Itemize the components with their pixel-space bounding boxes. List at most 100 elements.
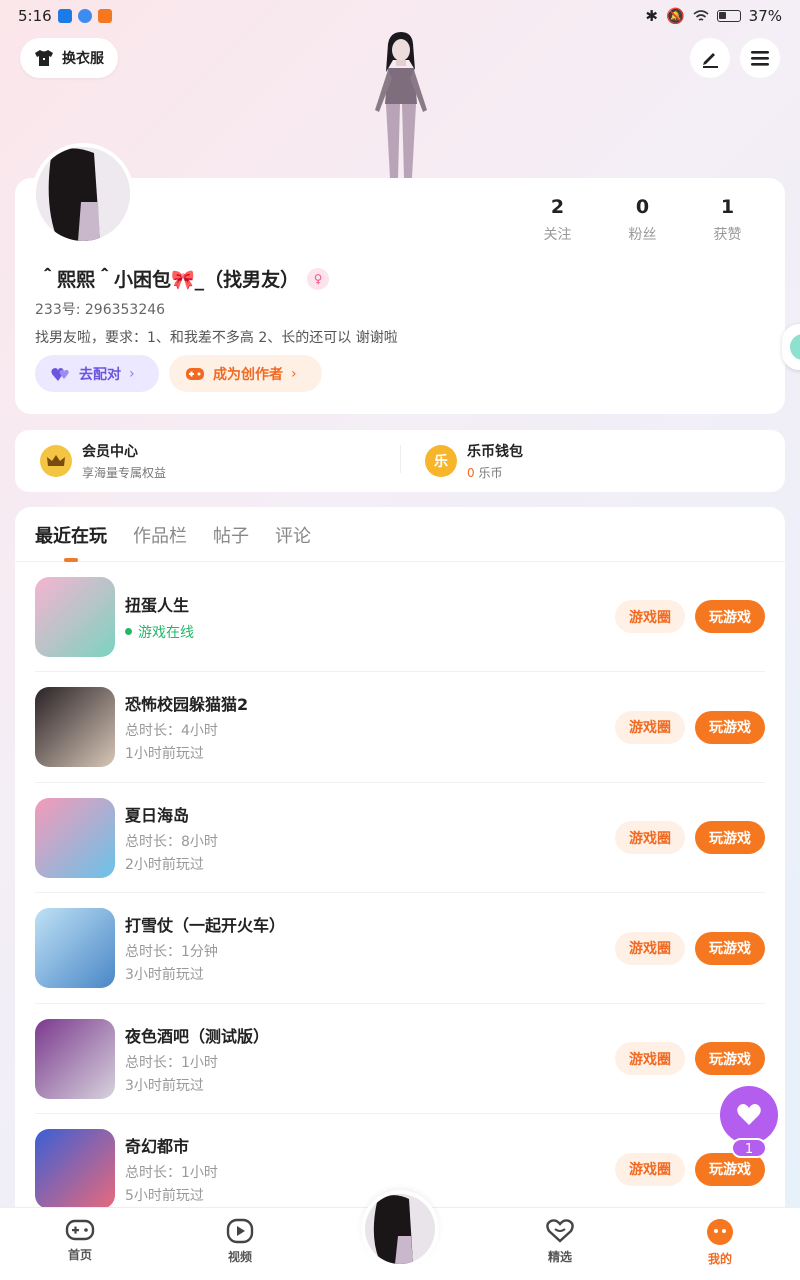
tab-posts[interactable]: 帖子 [213, 522, 249, 562]
game-name: 夏日海岛 [125, 805, 190, 825]
member-center-title: 会员中心 [82, 444, 138, 460]
mute-icon: 🔕 [665, 7, 685, 25]
game-thumbnail[interactable] [35, 797, 115, 878]
tab-works[interactable]: 作品栏 [133, 522, 187, 562]
shirt-icon [35, 50, 53, 66]
coin-icon: 乐 [425, 445, 457, 477]
gamepad-icon [65, 1219, 95, 1241]
female-gender-icon: ♀ [307, 267, 330, 290]
game-circle-button[interactable]: 游戏圈 [615, 931, 685, 965]
stat-likes[interactable]: 1 获赞 [685, 196, 770, 244]
chevron-right-icon: › [291, 365, 297, 382]
pen-icon [703, 53, 718, 68]
game-row[interactable]: 扭蛋人生游戏在线 游戏圈 玩游戏 [35, 562, 765, 672]
nav-mine[interactable]: 我的 [640, 1208, 800, 1280]
wardrobe-button[interactable]: 换衣服 [20, 38, 118, 78]
battery-icon [716, 10, 741, 22]
game-total-time: 总时长：4小时 [125, 723, 218, 739]
game-thumbnail[interactable] [35, 576, 115, 657]
nav-video[interactable]: 视频 [160, 1208, 320, 1280]
match-button[interactable]: 去配对 › [35, 355, 159, 392]
nav-avatar-image [365, 1194, 435, 1264]
wardrobe-label: 换衣服 [62, 51, 104, 67]
stat-followers[interactable]: 0 粉丝 [600, 196, 685, 244]
game-info: 扭蛋人生 游戏在线 [125, 592, 615, 642]
game-thumbnail[interactable] [35, 908, 115, 988]
match-label: 去配对 [79, 366, 121, 383]
game-row[interactable]: 夜色酒吧（测试版） 总时长：1小时 3小时前玩过 游戏圈 玩游戏 [35, 1004, 765, 1114]
heart-icon [737, 1104, 761, 1125]
game-info: 夏日海岛 总时长：8小时 2小时前玩过 [125, 802, 615, 874]
game-total-time: 总时长：1分钟 [125, 944, 218, 960]
game-last-played: 3小时前玩过 [125, 967, 204, 983]
game-circle-button[interactable]: 游戏圈 [615, 821, 685, 854]
user-bio: 找男友啦，要求：1、和我差不多高 2、长的还可以 谢谢啦 [35, 330, 398, 346]
gamepad-icon [186, 367, 204, 380]
game-circle-button[interactable]: 游戏圈 [615, 1042, 685, 1075]
nav-center-avatar[interactable] [361, 1190, 439, 1268]
crown-icon [40, 445, 72, 477]
wallet-entry[interactable]: 乐 乐币钱包 0 乐币 [400, 441, 785, 481]
wallet-amount: 0 [467, 466, 475, 480]
play-game-button[interactable]: 玩游戏 [695, 710, 765, 744]
game-info: 恐怖校园躲猫猫2 总时长：4小时 1小时前玩过 [125, 691, 615, 763]
member-center-subtitle: 享海量专属权益 [82, 466, 167, 480]
app-notification-icon [57, 9, 72, 23]
tab-recently-played[interactable]: 最近在玩 [35, 522, 107, 562]
game-info: 夜色酒吧（测试版） 总时长：1小时 3小时前玩过 [125, 1023, 615, 1095]
nav-featured[interactable]: 精选 [480, 1208, 640, 1280]
play-game-button[interactable]: 玩游戏 [695, 1042, 765, 1075]
creator-label: 成为创作者 [213, 366, 283, 383]
nav-home-label: 首页 [67, 1248, 92, 1262]
play-game-button[interactable]: 玩游戏 [695, 600, 765, 633]
app-notification-icon [77, 9, 92, 23]
bluetooth-icon: ✱ [645, 7, 658, 25]
game-info: 奇幻都市 总时长：1小时 5小时前玩过 [125, 1133, 615, 1205]
face-icon [707, 1219, 733, 1245]
game-name: 恐怖校园躲猫猫2 [125, 695, 249, 714]
member-center-entry[interactable]: 会员中心 享海量专属权益 [15, 441, 400, 481]
edit-button[interactable] [690, 38, 730, 78]
play-game-button[interactable]: 玩游戏 [695, 931, 765, 965]
wifi-icon [693, 10, 709, 21]
game-row[interactable]: 恐怖校园躲猫猫2 总时长：4小时 1小时前玩过 游戏圈 玩游戏 [35, 673, 765, 783]
avatar-figure[interactable] [355, 30, 445, 180]
status-bar: 5:16 ✱ 🔕 37% [0, 0, 800, 32]
game-last-played: 3小时前玩过 [125, 1077, 204, 1094]
game-thumbnail[interactable] [35, 687, 115, 767]
game-row[interactable]: 打雪仗（一起开火车） 总时长：1分钟 3小时前玩过 游戏圈 玩游戏 [35, 894, 765, 1004]
profile-tabs: 最近在玩 作品栏 帖子 评论 [15, 507, 785, 562]
nav-home[interactable]: 首页 [0, 1208, 160, 1280]
recent-games-card: 最近在玩 作品栏 帖子 评论 扭蛋人生 游戏在线 游戏圈 玩游戏 恐怖校园躲猫猫2 总时长… [15, 507, 785, 1227]
menu-button[interactable] [740, 38, 780, 78]
game-circle-button[interactable]: 游戏圈 [615, 600, 685, 633]
play-game-button[interactable]: 玩游戏 [695, 821, 765, 854]
stat-following[interactable]: 2 关注 [515, 196, 600, 244]
hearts-icon [51, 367, 69, 381]
floating-like-count: 1 [731, 1138, 767, 1158]
username-row: ＾熙熙＾小困包🎀_（找男友） ♀ [38, 265, 330, 292]
wallet-balance: 0 乐币 [467, 464, 523, 481]
game-circle-button[interactable]: 游戏圈 [615, 1152, 685, 1186]
nav-featured-label: 精选 [547, 1250, 572, 1264]
game-name: 奇幻都市 [125, 1137, 190, 1156]
floating-like-button[interactable] [720, 1086, 778, 1144]
game-name: 扭蛋人生 [125, 595, 190, 615]
battery-level: 37% [748, 7, 782, 25]
nav-mine-label: 我的 [707, 1252, 732, 1266]
game-online-status: 游戏在线 [125, 622, 615, 642]
wallet-unit: 乐币 [478, 466, 503, 480]
game-thumbnail[interactable] [35, 1018, 115, 1099]
side-float-bubble[interactable] [782, 324, 800, 370]
tab-comments[interactable]: 评论 [275, 522, 311, 562]
game-info: 打雪仗（一起开火车） 总时长：1分钟 3小时前玩过 [125, 912, 615, 984]
game-name: 夜色酒吧（测试版） [125, 1026, 270, 1046]
become-creator-button[interactable]: 成为创作者 › [169, 355, 322, 392]
game-thumbnail[interactable] [35, 1129, 115, 1209]
profile-avatar[interactable] [32, 143, 134, 245]
game-circle-button[interactable]: 游戏圈 [615, 710, 685, 744]
game-last-played: 1小时前玩过 [125, 746, 204, 762]
game-row[interactable]: 夏日海岛 总时长：8小时 2小时前玩过 游戏圈 玩游戏 [35, 783, 765, 893]
game-total-time: 总时长：8小时 [125, 833, 218, 850]
hamburger-icon [751, 51, 769, 66]
